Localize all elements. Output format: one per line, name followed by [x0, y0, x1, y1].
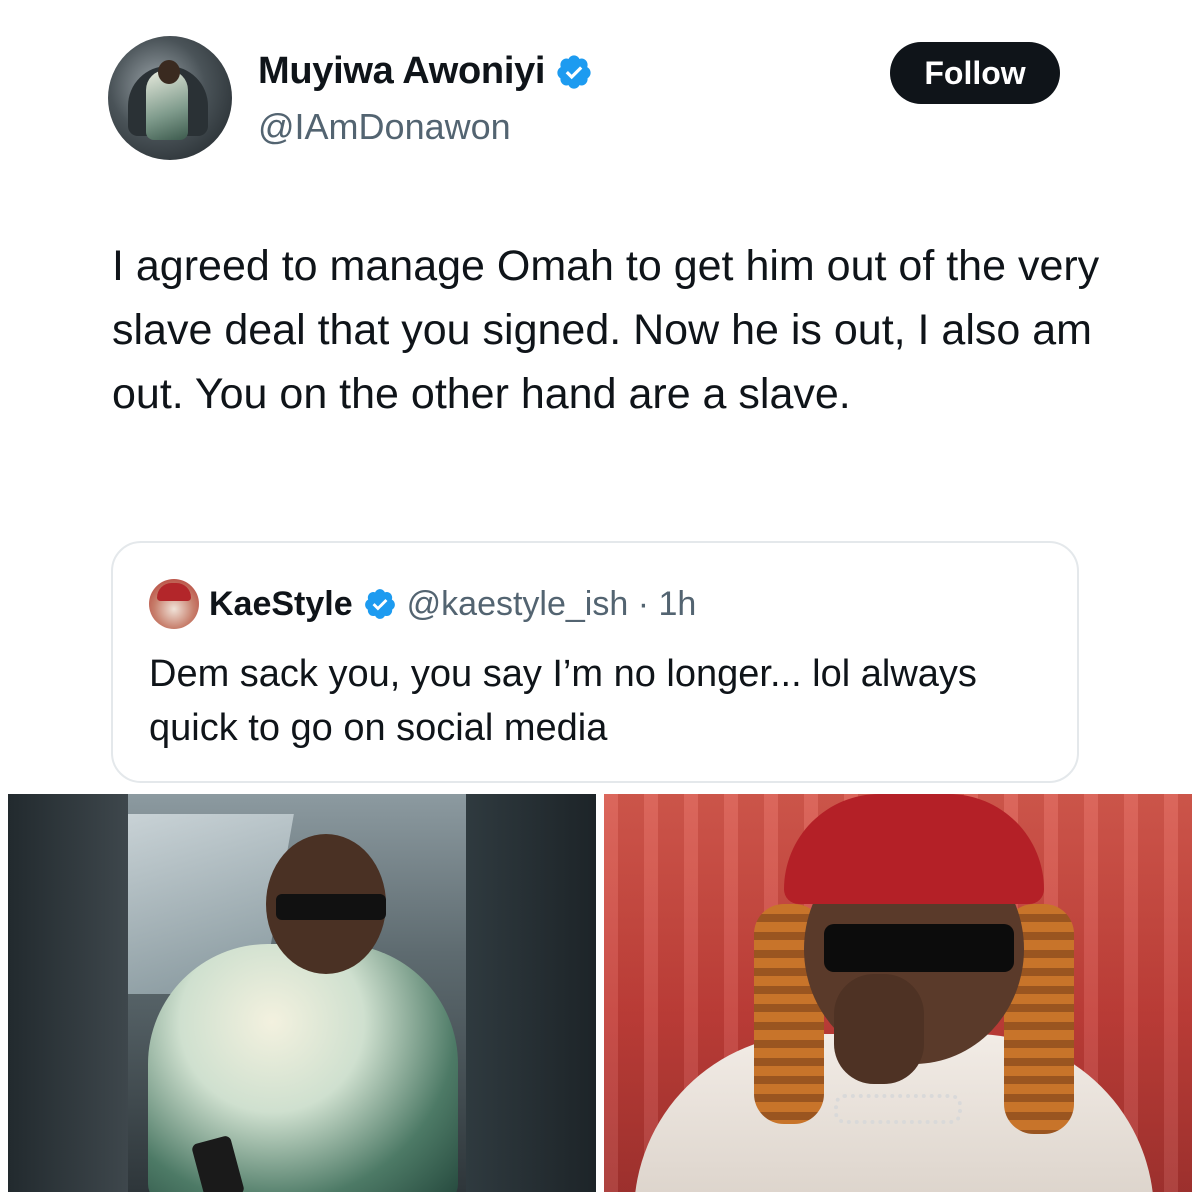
quoted-tweet-text: Dem sack you, you say I’m no longer... l… [149, 653, 977, 749]
follow-button[interactable]: Follow [890, 42, 1060, 104]
quoted-tweet-card[interactable]: KaeStyle @kaestyle_ish · 1h Dem sack you… [111, 541, 1079, 783]
quoted-display-name[interactable]: KaeStyle [209, 585, 353, 624]
author-display-name[interactable]: Muyiwa Awoniyi [258, 50, 545, 93]
quoted-author-row: KaeStyle @kaestyle_ish · 1h [149, 579, 696, 629]
tweet-text: I agreed to manage Omah to get him out o… [112, 242, 1100, 418]
photo-left[interactable] [8, 794, 596, 1192]
photo-right[interactable] [604, 794, 1192, 1192]
author-avatar[interactable] [108, 36, 232, 160]
author-handle[interactable]: @IAmDonawon [258, 106, 511, 148]
quoted-author-avatar[interactable] [149, 579, 199, 629]
quoted-handle-time[interactable]: @kaestyle_ish · 1h [407, 585, 697, 624]
verified-badge-icon [557, 54, 591, 89]
author-name-row: Muyiwa Awoniyi [258, 50, 593, 93]
verified-badge-icon [364, 589, 395, 619]
